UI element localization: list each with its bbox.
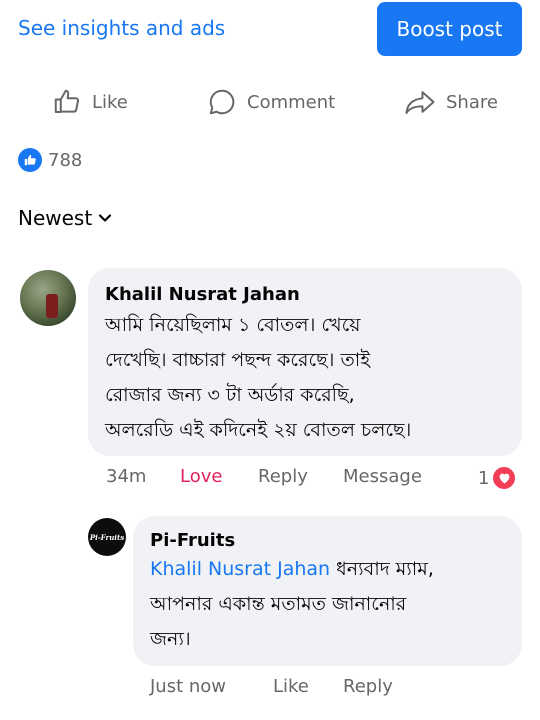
comment-line: আমি নিয়েছিলাম ১ বোতল। খেয়ে	[105, 314, 361, 336]
comment-line: অলরেডি এই কদিনেই ২য় বোতল চলছে।	[105, 419, 412, 441]
comment-bubble: Pi-Fruits Khalil Nusrat Jahan ধন্যবাদ ম্…	[133, 516, 522, 666]
comment-bubble: Khalil Nusrat Jahan আমি নিয়েছিলাম ১ বোত…	[88, 268, 522, 456]
comment-line: জন্য।	[150, 628, 191, 650]
comment-label: Comment	[247, 91, 336, 113]
heart-icon	[492, 466, 517, 490]
post-actions: Like Comment Share	[0, 80, 540, 124]
comment-reaction-count[interactable]: 1	[478, 466, 517, 490]
comment-time[interactable]: Just now	[150, 676, 226, 697]
comment-line: আপনার একান্ত মতামত জানানোর	[150, 593, 407, 615]
like-button[interactable]: Like	[52, 80, 128, 124]
comment-text: আমি নিয়েছিলাম ১ বোতল। খেয়ে দেখেছি। বাচ…	[105, 308, 411, 448]
message-button[interactable]: Message	[343, 466, 422, 487]
reaction-count-value: 1	[478, 467, 490, 489]
mention-link[interactable]: Khalil Nusrat Jahan	[150, 558, 330, 580]
reaction-count: 788	[48, 149, 83, 171]
comment-button[interactable]: Comment	[207, 80, 335, 124]
comment-icon	[209, 89, 235, 115]
see-insights-link[interactable]: See insights and ads	[18, 16, 225, 40]
reply-button[interactable]: Reply	[258, 466, 308, 487]
comment-sort-dropdown[interactable]: Newest	[18, 206, 112, 230]
reaction-summary[interactable]: 788	[18, 148, 82, 172]
comment-time[interactable]: 34m	[106, 466, 146, 487]
comment-line-rest: ধন্যবাদ ম্যাম,	[330, 558, 434, 580]
love-reaction-button[interactable]: Love	[180, 466, 222, 487]
share-label: Share	[446, 91, 498, 113]
share-button[interactable]: Share	[404, 80, 498, 124]
comment-author[interactable]: Khalil Nusrat Jahan	[105, 284, 300, 305]
comment-line: রোজার জন্য ৩ টা অর্ডার করেছি,	[105, 384, 355, 406]
top-bar: See insights and ads Boost post	[0, 0, 540, 62]
comment-author[interactable]: Pi-Fruits	[150, 530, 235, 551]
share-icon	[405, 91, 435, 115]
chevron-down-icon	[99, 214, 112, 222]
like-button[interactable]: Like	[273, 676, 309, 697]
like-label: Like	[92, 91, 128, 113]
thumbs-up-icon	[54, 89, 80, 113]
comment-line: দেখেছি। বাচ্চারা পছন্দ করেছে। তাই	[105, 349, 371, 371]
sort-label: Newest	[18, 206, 93, 230]
comment-line: Khalil Nusrat Jahan ধন্যবাদ ম্যাম,	[150, 552, 434, 587]
like-icon	[18, 148, 42, 172]
avatar[interactable]	[20, 270, 76, 326]
avatar[interactable]: Pi-Fruits	[88, 518, 126, 556]
comment-text: Khalil Nusrat Jahan ধন্যবাদ ম্যাম, আপনার…	[150, 552, 434, 657]
reply-button[interactable]: Reply	[343, 676, 393, 697]
avatar-logo-text: Pi-Fruits	[89, 532, 125, 542]
boost-post-button[interactable]: Boost post	[377, 2, 522, 56]
